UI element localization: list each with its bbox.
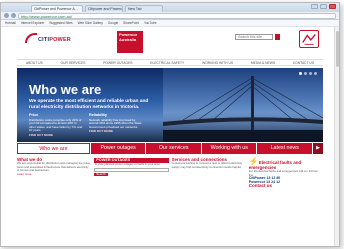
scrollbar-thumb[interactable] [336, 31, 339, 67]
bookmark-item[interactable]: SharePoint [123, 21, 139, 25]
bookmark-item[interactable]: YouTube [144, 21, 157, 25]
hero-banner: Who we are We operate the most efficient… [17, 68, 323, 142]
back-icon[interactable] [4, 13, 9, 18]
faults-column: ⚡Electrical faults and emergencies For a… [249, 158, 323, 189]
hero-price-text: Distribution costs comprise only 22% of … [29, 117, 83, 133]
browser-window: CitiPower and Powercor A... Citipower an… [0, 2, 340, 247]
chevron-right-icon[interactable]: ▶ [313, 143, 324, 154]
hero-reliability-text: Network reliability has improved by arou… [89, 117, 142, 129]
browser-tab[interactable]: Citipower and Powercor [85, 5, 123, 12]
maximize-button[interactable] [320, 4, 327, 9]
hero-price-block: Price Distribution costs comprise only 2… [29, 113, 83, 138]
main-nav: ABOUT US OUR SERVICES POWER OUTAGES ELEC… [17, 59, 323, 66]
hero-reliability-link[interactable]: FIND OUT MORE [89, 130, 143, 134]
minimize-button[interactable] [311, 4, 318, 9]
bookmark-item[interactable]: Suggested Sites [49, 21, 72, 25]
browser-tab[interactable]: New Tab [125, 5, 163, 12]
faults-title: ⚡Electrical faults and emergencies [249, 158, 323, 170]
bookmark-item[interactable]: Internet Explorer [21, 21, 45, 25]
powercor-logo[interactable]: Powercor Australia [117, 31, 143, 53]
carousel-dot[interactable] [309, 72, 312, 75]
hero-price-link[interactable]: FIND OUT MORE [29, 133, 83, 138]
browser-tab[interactable]: CitiPower and Powercor A... [31, 5, 83, 12]
outages-column: POWER OUTAGES To view planned power outa… [94, 158, 169, 188]
what-we-do-column: What we do We are responsible for distri… [17, 157, 91, 188]
nav-item[interactable]: ELECTRICAL SAFETY [150, 61, 184, 65]
forward-icon[interactable] [11, 13, 16, 18]
nav-item[interactable]: POWER OUTAGES [103, 61, 132, 65]
search-button[interactable] [275, 34, 280, 40]
nav-item[interactable]: ABOUT US [26, 61, 43, 65]
what-we-do-link[interactable]: Learn more [17, 172, 91, 176]
emblem-icon [299, 30, 319, 48]
hero-subtitle: We operate the most efficient and reliab… [29, 99, 149, 110]
logo-swoosh-icon [25, 33, 37, 43]
nav-item[interactable]: OUR SERVICES [61, 61, 86, 65]
tab-power-outages[interactable]: Power outages [90, 143, 146, 154]
logo-text-citi: CITI [38, 37, 50, 43]
citipower-logo[interactable]: CITIPOWER [25, 33, 71, 43]
bridge-image [163, 68, 323, 142]
carousel-dot[interactable] [304, 72, 307, 75]
bookmark-item[interactable]: Hotmail [5, 21, 16, 25]
close-button[interactable] [329, 4, 336, 9]
logo-text-power: POWER [49, 37, 71, 43]
bookmark-item[interactable]: Google [108, 21, 118, 25]
site-header: CITIPOWER Powercor Australia Search this… [17, 27, 323, 59]
hero-reliability-block: Reliability Network reliability has impr… [89, 113, 143, 134]
bookmark-item[interactable]: Web Slice Gallery [78, 21, 103, 25]
nav-item[interactable]: CONTACT US [293, 61, 314, 65]
section-tabs: Who we are Power outages Our services Wo… [17, 143, 324, 154]
window-controls [311, 4, 336, 9]
tab-who-we-are[interactable]: Who we are [17, 143, 90, 154]
carousel-dot[interactable] [314, 72, 317, 75]
services-column: Services and connections Customers wishi… [171, 157, 246, 188]
nav-item[interactable]: MEDIA & NEWS [251, 61, 275, 65]
bookmarks-bar: Hotmail Internet Explorer Suggested Site… [1, 20, 339, 27]
browser-titlebar: CitiPower and Powercor A... Citipower an… [1, 3, 339, 12]
nav-item[interactable]: WORKING WITH US [202, 61, 233, 65]
tab-our-services[interactable]: Our services [146, 143, 201, 154]
hero-title: Who we are [29, 82, 102, 97]
outages-search-button[interactable]: Search [94, 172, 108, 177]
bottom-content: What we do We are responsible for distri… [17, 157, 323, 189]
url-input[interactable]: http://www.powercor.com.au/ [18, 12, 336, 19]
carousel-dot[interactable] [299, 72, 302, 75]
carousel-dots [299, 72, 317, 75]
services-text: Customers wishing to connect a new or al… [171, 161, 243, 169]
address-bar: http://www.powercor.com.au/ [1, 12, 339, 20]
page-scrollbar[interactable] [334, 27, 339, 246]
web-page: CITIPOWER Powercor Australia Search this… [1, 27, 339, 188]
search-input[interactable]: Search this site [235, 34, 273, 40]
tab-working-with-us[interactable]: Working with us [201, 143, 257, 154]
outages-text: To view planned power outages or faults … [94, 162, 161, 167]
contact-title[interactable]: Contact us [249, 183, 323, 188]
tab-latest-news[interactable]: Latest news [257, 143, 313, 154]
